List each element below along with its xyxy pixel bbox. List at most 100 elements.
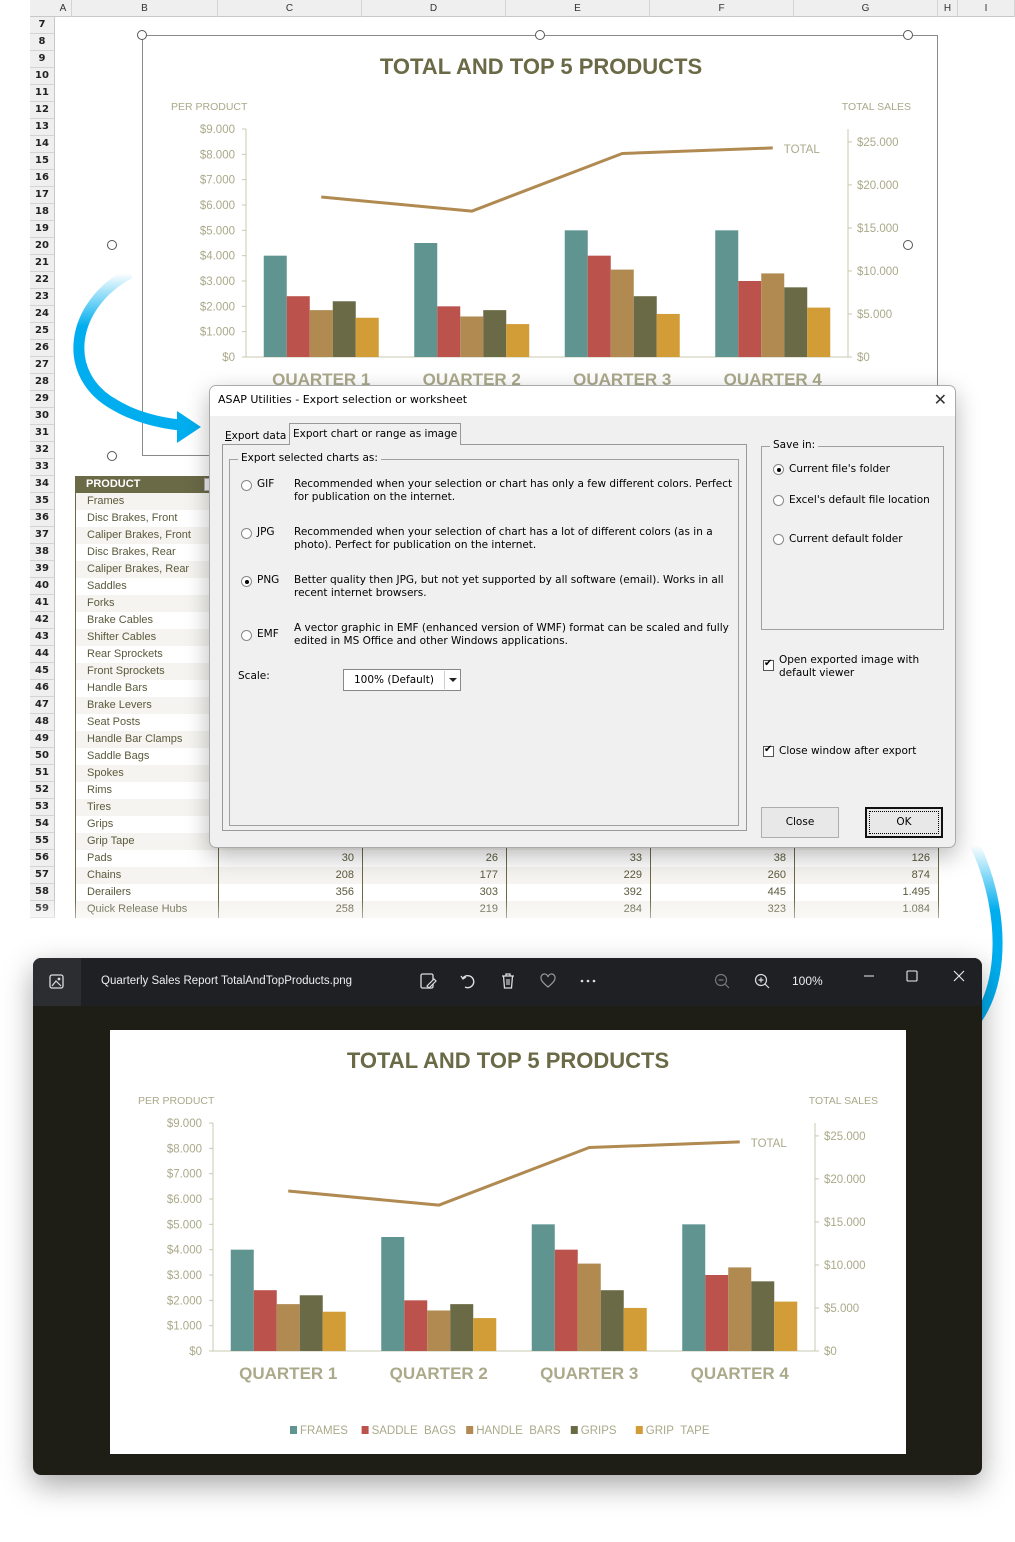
column-header-f[interactable]: F bbox=[650, 0, 794, 17]
close-icon[interactable]: ✕ bbox=[934, 386, 947, 414]
row-header[interactable]: 57 bbox=[30, 867, 55, 884]
column-header-c[interactable]: C bbox=[218, 0, 362, 17]
resize-handle-right[interactable] bbox=[903, 240, 913, 250]
row-header[interactable]: 38 bbox=[30, 544, 55, 561]
product-name-cell[interactable]: Saddle Bags bbox=[75, 748, 219, 765]
row-header[interactable]: 18 bbox=[30, 204, 55, 221]
resize-handle-left[interactable] bbox=[107, 240, 117, 250]
value-cell[interactable]: 208 bbox=[219, 867, 363, 884]
row-header[interactable]: 45 bbox=[30, 663, 55, 680]
radio-excel-default-location[interactable] bbox=[773, 495, 784, 506]
row-header[interactable]: 33 bbox=[30, 459, 55, 476]
close-after-checkbox[interactable] bbox=[763, 744, 774, 757]
row-header[interactable]: 42 bbox=[30, 612, 55, 629]
value-cell[interactable]: 356 bbox=[219, 884, 363, 901]
row-header[interactable]: 22 bbox=[30, 272, 55, 289]
product-name-cell[interactable]: Frames bbox=[75, 493, 219, 510]
edit-image-icon[interactable] bbox=[419, 972, 437, 990]
product-name-cell[interactable]: Saddles bbox=[75, 578, 219, 595]
value-cell[interactable]: 303 bbox=[363, 884, 507, 901]
row-header[interactable]: 51 bbox=[30, 765, 55, 782]
radio-emf[interactable] bbox=[241, 630, 252, 641]
row-header[interactable]: 39 bbox=[30, 561, 55, 578]
row-header[interactable]: 13 bbox=[30, 119, 55, 136]
trash-icon[interactable] bbox=[499, 972, 517, 990]
column-header-g[interactable]: G bbox=[794, 0, 938, 17]
resize-handle-top-right[interactable] bbox=[903, 30, 913, 40]
row-header[interactable]: 21 bbox=[30, 255, 55, 272]
row-header[interactable]: 30 bbox=[30, 408, 55, 425]
value-cell[interactable]: 1.495 bbox=[795, 884, 939, 901]
resize-handle-top[interactable] bbox=[535, 30, 545, 40]
zoom-out-icon[interactable] bbox=[713, 972, 731, 990]
row-header[interactable]: 43 bbox=[30, 629, 55, 646]
product-name-cell[interactable]: Shifter Cables bbox=[75, 629, 219, 646]
row-header[interactable]: 48 bbox=[30, 714, 55, 731]
product-name-cell[interactable]: Caliper Brakes, Rear bbox=[75, 561, 219, 578]
row-header[interactable]: 11 bbox=[30, 85, 55, 102]
tab-export-chart-image[interactable]: Export chart or range as image bbox=[289, 423, 462, 445]
row-header[interactable]: 53 bbox=[30, 799, 55, 816]
more-options-icon[interactable] bbox=[579, 972, 597, 990]
close-window-icon[interactable] bbox=[949, 966, 969, 986]
row-header[interactable]: 27 bbox=[30, 357, 55, 374]
row-header[interactable]: 17 bbox=[30, 187, 55, 204]
ok-button[interactable]: OK bbox=[865, 807, 943, 838]
maximize-icon[interactable] bbox=[902, 966, 922, 986]
row-header[interactable]: 40 bbox=[30, 578, 55, 595]
column-header-h[interactable]: H bbox=[938, 0, 958, 17]
product-name-cell[interactable]: Tires bbox=[75, 799, 219, 816]
row-header[interactable]: 29 bbox=[30, 391, 55, 408]
table-row[interactable]: Pads 30 26 33 38 126 bbox=[75, 850, 939, 867]
value-cell[interactable]: 30 bbox=[219, 850, 363, 867]
product-name-cell[interactable]: Brake Levers bbox=[75, 697, 219, 714]
product-name-cell[interactable]: Rear Sprockets bbox=[75, 646, 219, 663]
product-name-cell[interactable]: Grips bbox=[75, 816, 219, 833]
tab-export-data[interactable]: Export data bbox=[222, 427, 289, 445]
product-name-cell[interactable]: Forks bbox=[75, 595, 219, 612]
radio-current-file-folder[interactable] bbox=[773, 464, 784, 475]
value-cell[interactable]: 38 bbox=[651, 850, 795, 867]
product-name-cell[interactable]: Brake Cables bbox=[75, 612, 219, 629]
column-header-d[interactable]: D bbox=[362, 0, 506, 17]
row-header[interactable]: 26 bbox=[30, 340, 55, 357]
value-cell[interactable]: 177 bbox=[363, 867, 507, 884]
product-name-cell[interactable]: Spokes bbox=[75, 765, 219, 782]
row-header[interactable]: 14 bbox=[30, 136, 55, 153]
row-header[interactable]: 9 bbox=[30, 51, 55, 68]
row-header[interactable]: 49 bbox=[30, 731, 55, 748]
radio-jpg[interactable] bbox=[241, 528, 252, 539]
row-header[interactable]: 8 bbox=[30, 34, 55, 51]
radio-gif[interactable] bbox=[241, 480, 252, 491]
open-viewer-checkbox[interactable] bbox=[763, 658, 774, 671]
product-name-cell[interactable]: Rims bbox=[75, 782, 219, 799]
row-header[interactable]: 28 bbox=[30, 374, 55, 391]
product-name-cell[interactable]: Handle Bars bbox=[75, 680, 219, 697]
row-header[interactable]: 23 bbox=[30, 289, 55, 306]
row-header[interactable]: 58 bbox=[30, 884, 55, 901]
table-row[interactable]: Derailers 356 303 392 445 1.495 bbox=[75, 884, 939, 901]
product-name-cell[interactable]: Chains bbox=[75, 867, 219, 884]
product-name-cell[interactable]: Front Sprockets bbox=[75, 663, 219, 680]
product-name-cell[interactable]: Handle Bar Clamps bbox=[75, 731, 219, 748]
zoom-in-icon[interactable] bbox=[753, 972, 771, 990]
value-cell[interactable]: 26 bbox=[363, 850, 507, 867]
column-header-b[interactable]: B bbox=[72, 0, 218, 17]
product-name-cell[interactable]: Caliper Brakes, Front bbox=[75, 527, 219, 544]
rotate-icon[interactable] bbox=[459, 972, 477, 990]
value-cell[interactable]: 229 bbox=[507, 867, 651, 884]
row-header[interactable]: 36 bbox=[30, 510, 55, 527]
row-header[interactable]: 56 bbox=[30, 850, 55, 867]
row-header[interactable]: 35 bbox=[30, 493, 55, 510]
radio-current-default-folder[interactable] bbox=[773, 534, 784, 545]
column-header-a[interactable]: A bbox=[55, 0, 72, 17]
close-button[interactable]: Close bbox=[761, 807, 839, 838]
row-header[interactable]: 52 bbox=[30, 782, 55, 799]
row-header[interactable]: 12 bbox=[30, 102, 55, 119]
product-name-cell[interactable]: Disc Brakes, Rear bbox=[75, 544, 219, 561]
row-header[interactable]: 41 bbox=[30, 595, 55, 612]
row-header[interactable]: 7 bbox=[30, 17, 55, 34]
row-header[interactable]: 37 bbox=[30, 527, 55, 544]
row-header[interactable]: 24 bbox=[30, 306, 55, 323]
column-header-e[interactable]: E bbox=[506, 0, 650, 17]
